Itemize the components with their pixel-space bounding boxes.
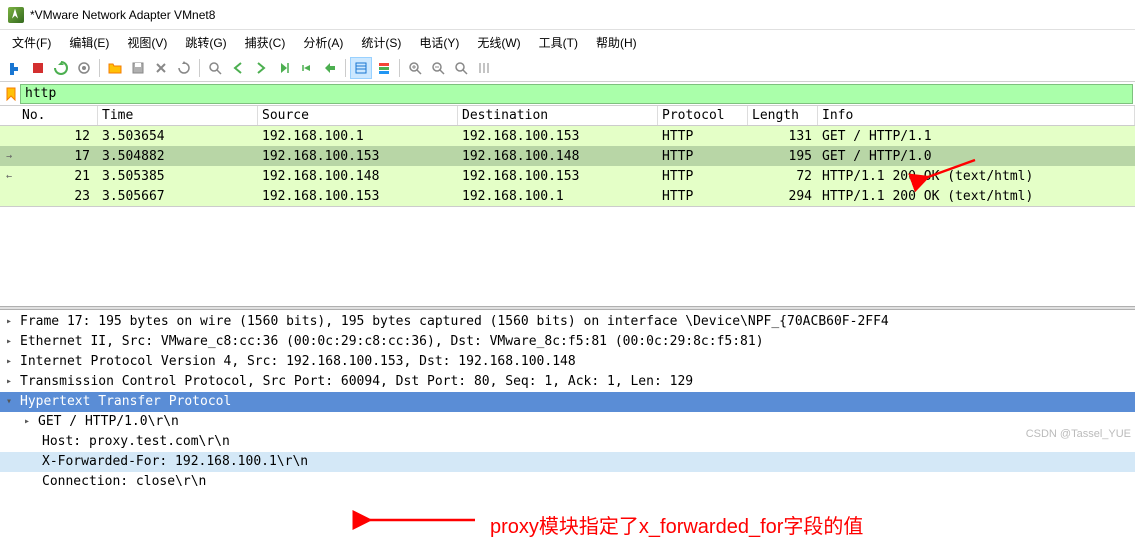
tree-http-connection[interactable]: Connection: close\r\n [0, 472, 1135, 492]
expand-icon[interactable]: ▸ [6, 372, 20, 392]
reload-button[interactable] [173, 57, 195, 79]
annotation-arrow-2 [360, 490, 480, 533]
expand-icon[interactable]: ▸ [6, 352, 20, 372]
go-to-packet-button[interactable] [273, 57, 295, 79]
col-header-length[interactable]: Length [748, 106, 818, 125]
packet-list-empty: CSDN @Tassel_YUE [0, 206, 1135, 306]
menu-capture[interactable]: 捕获(C) [237, 32, 294, 53]
open-file-button[interactable] [104, 57, 126, 79]
menu-stats[interactable]: 统计(S) [353, 32, 409, 53]
tree-http[interactable]: ▾Hypertext Transfer Protocol [0, 392, 1135, 412]
menu-edit[interactable]: 编辑(E) [61, 32, 117, 53]
packet-list[interactable]: 123.503654192.168.100.1192.168.100.153HT… [0, 126, 1135, 206]
packet-row[interactable]: 233.505667192.168.100.153192.168.100.1HT… [0, 186, 1135, 206]
annotation-text: proxy模块指定了x_forwarded_for字段的值 [490, 510, 863, 539]
menu-view[interactable]: 视图(V) [119, 32, 175, 53]
colorize-button[interactable] [373, 57, 395, 79]
go-back-button[interactable] [227, 57, 249, 79]
packet-row[interactable]: 123.503654192.168.100.1192.168.100.153HT… [0, 126, 1135, 146]
menubar: 文件(F) 编辑(E) 视图(V) 跳转(G) 捕获(C) 分析(A) 统计(S… [0, 30, 1135, 54]
titlebar: *VMware Network Adapter VMnet8 [0, 0, 1135, 30]
packet-row[interactable]: →173.504882192.168.100.153192.168.100.14… [0, 146, 1135, 166]
watermark: CSDN @Tassel_YUE [1026, 428, 1131, 440]
tree-tcp[interactable]: ▸Transmission Control Protocol, Src Port… [0, 372, 1135, 392]
separator [199, 59, 200, 77]
expand-icon[interactable]: ▸ [6, 332, 20, 352]
capture-options-button[interactable] [73, 57, 95, 79]
col-header-info[interactable]: Info [818, 106, 1135, 125]
tree-ip[interactable]: ▸Internet Protocol Version 4, Src: 192.1… [0, 352, 1135, 372]
menu-go[interactable]: 跳转(G) [177, 32, 234, 53]
tree-frame[interactable]: ▸Frame 17: 195 bytes on wire (1560 bits)… [0, 312, 1135, 332]
close-file-button[interactable] [150, 57, 172, 79]
find-button[interactable] [204, 57, 226, 79]
separator [345, 59, 346, 77]
menu-analyze[interactable]: 分析(A) [295, 32, 351, 53]
zoom-in-button[interactable] [404, 57, 426, 79]
tree-ethernet[interactable]: ▸Ethernet II, Src: VMware_c8:cc:36 (00:0… [0, 332, 1135, 352]
restart-capture-button[interactable] [50, 57, 72, 79]
col-header-destination[interactable]: Destination [458, 106, 658, 125]
menu-help[interactable]: 帮助(H) [588, 32, 645, 53]
zoom-reset-button[interactable] [450, 57, 472, 79]
expand-icon[interactable]: ▸ [24, 412, 38, 432]
toolbar [0, 54, 1135, 82]
display-filter-input[interactable] [20, 84, 1133, 104]
menu-tools[interactable]: 工具(T) [531, 32, 586, 53]
go-first-button[interactable] [296, 57, 318, 79]
col-header-time[interactable]: Time [98, 106, 258, 125]
row-marker-icon: → [0, 151, 18, 162]
menu-wireless[interactable]: 无线(W) [469, 32, 528, 53]
filter-bar [0, 82, 1135, 106]
tree-http-xff[interactable]: X-Forwarded-For: 192.168.100.1\r\n [0, 452, 1135, 472]
go-last-button[interactable] [319, 57, 341, 79]
stop-capture-button[interactable] [27, 57, 49, 79]
menu-telephony[interactable]: 电话(Y) [411, 32, 467, 53]
bookmark-icon[interactable] [2, 85, 20, 103]
auto-scroll-button[interactable] [350, 57, 372, 79]
zoom-out-button[interactable] [427, 57, 449, 79]
packet-list-header: No. Time Source Destination Protocol Len… [0, 106, 1135, 126]
go-forward-button[interactable] [250, 57, 272, 79]
resize-columns-button[interactable] [473, 57, 495, 79]
col-header-source[interactable]: Source [258, 106, 458, 125]
tree-http-get[interactable]: ▸GET / HTTP/1.0\r\n [0, 412, 1135, 432]
wireshark-icon [8, 7, 24, 23]
start-capture-button[interactable] [4, 57, 26, 79]
collapse-icon[interactable]: ▾ [6, 392, 20, 412]
packet-details-pane[interactable]: ▸Frame 17: 195 bytes on wire (1560 bits)… [0, 310, 1135, 494]
row-marker-icon: ← [0, 171, 18, 182]
save-file-button[interactable] [127, 57, 149, 79]
separator [399, 59, 400, 77]
expand-icon[interactable]: ▸ [6, 312, 20, 332]
col-header-no[interactable]: No. [18, 106, 98, 125]
window-title: *VMware Network Adapter VMnet8 [30, 8, 215, 22]
separator [99, 59, 100, 77]
tree-http-host[interactable]: Host: proxy.test.com\r\n [0, 432, 1135, 452]
menu-file[interactable]: 文件(F) [4, 32, 59, 53]
col-header-protocol[interactable]: Protocol [658, 106, 748, 125]
packet-row[interactable]: ←213.505385192.168.100.148192.168.100.15… [0, 166, 1135, 186]
